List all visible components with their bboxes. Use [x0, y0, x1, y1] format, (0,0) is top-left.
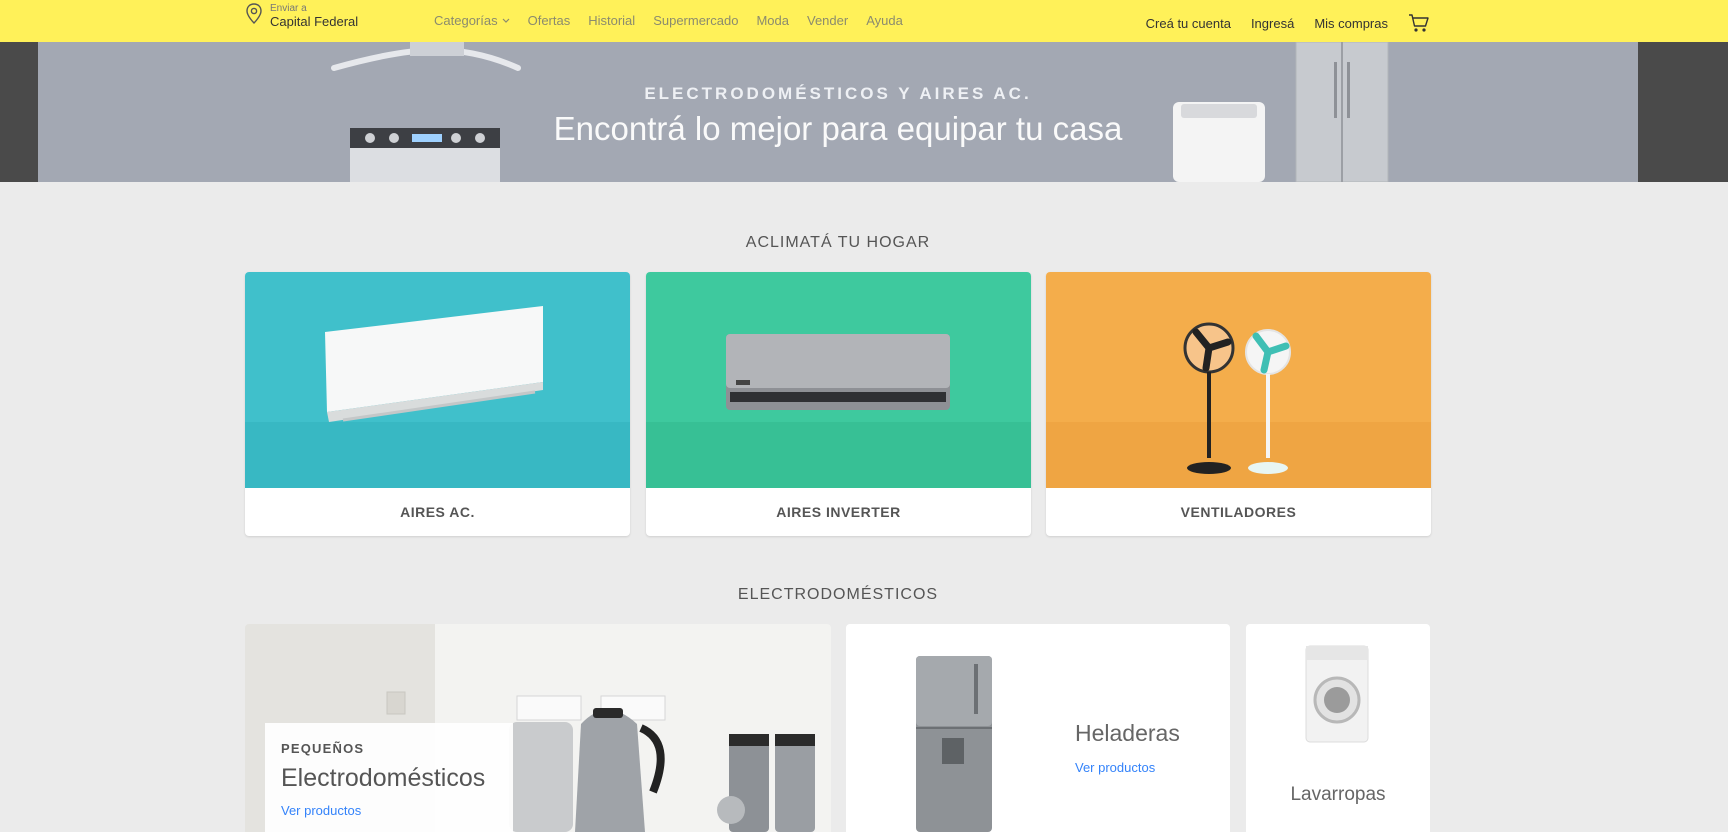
create-account-link[interactable]: Creá tu cuenta	[1146, 16, 1231, 31]
cart-icon[interactable]	[1408, 13, 1430, 33]
nav-help[interactable]: Ayuda	[866, 13, 903, 28]
fridges-tile[interactable]: Heladeras Ver productos	[846, 624, 1230, 832]
nav-sell[interactable]: Vender	[807, 13, 848, 28]
my-purchases-link[interactable]: Mis compras	[1314, 16, 1388, 31]
hero-banner-container: ELECTRODOMÉSTICOS Y AIRES AC. Encontrá l…	[0, 42, 1728, 182]
small-appliances-card: PEQUEÑOS Electrodomésticos Ver productos	[265, 723, 513, 832]
account-links: Creá tu cuenta Ingresá Mis compras	[1146, 13, 1430, 33]
nav-history[interactable]: Historial	[588, 13, 635, 28]
small-appliances-link[interactable]: Ver productos	[281, 803, 361, 818]
ventiladores-image	[1046, 272, 1431, 488]
fridges-title: Heladeras	[1075, 720, 1180, 746]
hero-banner[interactable]: ELECTRODOMÉSTICOS Y AIRES AC. Encontrá l…	[38, 42, 1638, 182]
category-card-ventiladores[interactable]: VENTILADORES	[1046, 272, 1431, 536]
small-appliances-tile[interactable]: PEQUEÑOS Electrodomésticos Ver productos	[245, 624, 831, 832]
fridges-link[interactable]: Ver productos	[1075, 760, 1155, 775]
location-pin-icon	[246, 3, 262, 24]
top-header: Enviar a Capital Federal Categorías Ofer…	[0, 0, 1728, 42]
hero-kicker: ELECTRODOMÉSTICOS Y AIRES AC.	[644, 84, 1032, 103]
nav-supermarket[interactable]: Supermercado	[653, 13, 738, 28]
aires-inverter-label: AIRES INVERTER	[776, 504, 901, 520]
aires-ac-label: AIRES AC.	[400, 504, 475, 520]
main-nav: Categorías Ofertas Historial Supermercad…	[434, 13, 903, 28]
appliances-section-title: ELECTRODOMÉSTICOS	[737, 586, 939, 603]
aires-inverter-image	[646, 272, 1031, 488]
washers-tile[interactable]: Lavarropas	[1246, 624, 1430, 832]
nav-fashion[interactable]: Moda	[756, 13, 789, 28]
nav-categories[interactable]: Categorías	[434, 13, 510, 28]
login-link[interactable]: Ingresá	[1251, 16, 1294, 31]
category-card-aires-inverter[interactable]: AIRES INVERTER	[646, 272, 1031, 536]
nav-categories-label: Categorías	[434, 13, 498, 28]
category-card-aires-ac[interactable]: AIRES AC.	[245, 272, 630, 536]
small-appliances-title: Electrodomésticos	[281, 764, 486, 792]
small-appliances-pretitle: PEQUEÑOS	[281, 741, 365, 756]
ventiladores-label: VENTILADORES	[1180, 504, 1297, 520]
chevron-down-icon	[502, 18, 510, 23]
location-value: Capital Federal	[270, 14, 359, 29]
climate-section-title: ACLIMATÁ TU HOGAR	[745, 234, 931, 251]
delivery-location[interactable]: Enviar a Capital Federal	[244, 2, 358, 28]
washers-title: Lavarropas	[1290, 784, 1386, 805]
aires-ac-image	[245, 272, 630, 488]
hero-headline: Encontrá lo mejor para equipar tu casa	[553, 110, 1123, 147]
nav-offers[interactable]: Ofertas	[528, 13, 571, 28]
